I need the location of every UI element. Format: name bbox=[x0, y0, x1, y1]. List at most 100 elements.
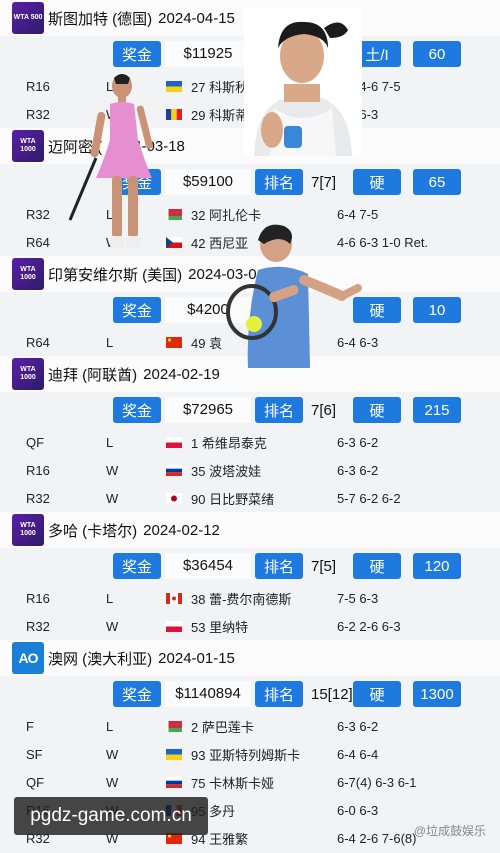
wta-logo: WTA 1000 bbox=[12, 130, 44, 162]
match-row[interactable]: R16 L 27 科斯秋克 6-2 4-6 7-5 bbox=[0, 72, 500, 100]
watermark-credit: @垃成鼓娱乐 bbox=[413, 824, 486, 838]
match-row[interactable]: F L 2 萨巴莲卡 6-3 6-2 bbox=[0, 712, 500, 740]
tournament-date: 2024-02-12 bbox=[143, 521, 220, 539]
match-row[interactable]: R32 W 90 日比野菜绪 5-7 6-2 6-2 bbox=[0, 484, 500, 512]
watermark-banner: pgdz-game.com.cn bbox=[14, 797, 208, 835]
prize-button[interactable]: 奖金 bbox=[113, 41, 161, 67]
match-round: SF bbox=[26, 746, 43, 762]
tournament-name: 迈阿密 ( bbox=[48, 138, 103, 156]
match-row[interactable]: QF L 1 希维昂泰克 6-3 6-2 bbox=[0, 428, 500, 456]
rank-button[interactable]: 排名 bbox=[255, 41, 303, 67]
match-row[interactable]: R32 W 29 科斯蒂 6-2 6-3 bbox=[0, 100, 500, 128]
match-score: 7-5 6-3 bbox=[337, 590, 379, 606]
match-score: 6-4 7-5 bbox=[337, 206, 379, 222]
match-score: 6-4 2-6 7-6(8) bbox=[337, 830, 417, 846]
tournament-date: 2024-03-04 bbox=[188, 265, 265, 283]
match-score: 6-3 6-2 bbox=[337, 434, 379, 450]
rank-button[interactable]: 排名 bbox=[255, 169, 303, 195]
russia-flag-icon bbox=[166, 464, 182, 476]
points-button[interactable]: 215 bbox=[413, 397, 461, 423]
seed-ranking: 7[5] bbox=[311, 557, 337, 575]
opponent: 93 亚斯特列姆斯卡 bbox=[166, 745, 331, 764]
seed-ranking: 7[6] bbox=[311, 401, 337, 419]
points-button[interactable]: 120 bbox=[413, 553, 461, 579]
rank-button[interactable]: 排名 bbox=[255, 681, 303, 707]
tournament-name: 澳网 (澳大利亚) bbox=[48, 650, 153, 668]
opponent-name: 53 里纳特 bbox=[191, 619, 249, 635]
prize-money: $4200 bbox=[165, 297, 251, 323]
tournament-card: WTA 500 斯图加特 (德国) 2024-04-15 奖金 $11925 排… bbox=[0, 0, 500, 128]
prize-button[interactable]: 奖金 bbox=[113, 397, 161, 423]
match-row[interactable]: R64 W 42 西尼亚 4-6 6-3 1-0 Ret. bbox=[0, 228, 500, 256]
match-result: W bbox=[106, 774, 119, 790]
match-row[interactable]: R32 L 32 阿扎伦卡 6-4 7-5 bbox=[0, 200, 500, 228]
match-row[interactable]: R16 L 38 蕾-费尔南德斯 7-5 6-3 bbox=[0, 584, 500, 612]
match-score: 6-0 6-3 bbox=[337, 802, 379, 818]
prize-money: $36454 bbox=[165, 553, 251, 579]
tournament-header[interactable]: WTA 500 斯图加特 (德国) 2024-04-15 bbox=[0, 0, 500, 36]
match-result: L bbox=[106, 334, 114, 350]
match-score: 6-3 6-2 bbox=[337, 462, 379, 478]
opponent: 2 萨巴莲卡 bbox=[166, 717, 331, 736]
surface-button[interactable]: 硬 bbox=[353, 397, 401, 423]
match-row[interactable]: R32 W 53 里纳特 6-2 2-6 6-3 bbox=[0, 612, 500, 640]
tournament-name: 多哈 (卡塔尔) bbox=[48, 522, 138, 540]
ukraine-flag-icon bbox=[166, 748, 182, 760]
prize-money: $72965 bbox=[165, 397, 251, 423]
tournament-info-row: 奖金 $59100 排名 7[7] 硬 65 bbox=[0, 164, 500, 200]
opponent-name: 2 萨巴莲卡 bbox=[191, 719, 254, 735]
surface-button[interactable]: 硬 bbox=[353, 297, 401, 323]
wta-logo: WTA 1000 bbox=[12, 258, 44, 290]
match-result: W bbox=[106, 746, 119, 762]
tournament-header[interactable]: WTA 1000 迈阿密 ( 2024-03-18 bbox=[0, 128, 500, 164]
tournament-name: 印第安维尔斯 (美国) bbox=[48, 266, 183, 284]
opponent-name: 29 科斯蒂 bbox=[191, 107, 249, 123]
match-round: F bbox=[26, 718, 34, 734]
match-row[interactable]: SF W 93 亚斯特列姆斯卡 6-4 6-4 bbox=[0, 740, 500, 768]
prize-button[interactable]: 奖金 bbox=[113, 169, 161, 195]
opponent: 32 阿扎伦卡 bbox=[166, 205, 331, 224]
tournament-header[interactable]: WTA 1000 印第安维尔斯 (美国) 2024-03-04 bbox=[0, 256, 500, 292]
prize-money: $1140894 bbox=[165, 681, 251, 707]
surface-button[interactable]: 硬 bbox=[353, 169, 401, 195]
prize-button[interactable]: 奖金 bbox=[113, 681, 161, 707]
wta-logo: WTA 500 bbox=[12, 2, 44, 34]
match-row[interactable]: QF W 75 卡林斯卡娅 6-7(4) 6-3 6-1 bbox=[0, 768, 500, 796]
points-button[interactable]: 60 bbox=[413, 41, 461, 67]
match-score: 5-7 6-2 6-2 bbox=[337, 490, 401, 506]
tournament-header[interactable]: WTA 1000 多哈 (卡塔尔) 2024-02-12 bbox=[0, 512, 500, 548]
rank-button[interactable]: 排名 bbox=[255, 397, 303, 423]
surface-button[interactable]: 硬 bbox=[353, 681, 401, 707]
match-round: R16 bbox=[26, 78, 50, 94]
match-result: L bbox=[106, 434, 114, 450]
match-result: W bbox=[106, 618, 119, 634]
points-button[interactable]: 65 bbox=[413, 169, 461, 195]
match-round: QF bbox=[26, 774, 45, 790]
match-result: L bbox=[106, 78, 114, 94]
belarus-flag-icon bbox=[166, 720, 182, 732]
tournament-info-row: 奖金 $36454 排名 7[5] 硬 120 bbox=[0, 548, 500, 584]
tournament-header[interactable]: WTA 1000 迪拜 (阿联酋) 2024-02-19 bbox=[0, 356, 500, 392]
surface-button[interactable]: 硬 bbox=[353, 553, 401, 579]
tournament-info-row: 奖金 $4200 硬 10 bbox=[0, 292, 500, 328]
match-row[interactable]: R16 W 35 波塔波娃 6-3 6-2 bbox=[0, 456, 500, 484]
match-row[interactable]: R64 L 49 袁 6-4 6-3 bbox=[0, 328, 500, 356]
tournament-header[interactable]: AO 澳网 (澳大利亚) 2024-01-15 bbox=[0, 640, 500, 676]
points-button[interactable]: 10 bbox=[413, 297, 461, 323]
tournament-card: WTA 1000 印第安维尔斯 (美国) 2024-03-04 奖金 $4200… bbox=[0, 256, 500, 356]
opponent: 38 蕾-费尔南德斯 bbox=[166, 589, 331, 608]
points-button[interactable]: 1300 bbox=[413, 681, 461, 707]
china-flag-icon bbox=[166, 336, 182, 348]
prize-money: $59100 bbox=[165, 169, 251, 195]
rank-button[interactable]: 排名 bbox=[255, 553, 303, 579]
russia-flag-icon bbox=[166, 776, 182, 788]
japan-flag-icon bbox=[166, 492, 182, 504]
surface-button[interactable]: 土/I bbox=[353, 41, 401, 67]
opponent: 1 希维昂泰克 bbox=[166, 433, 331, 452]
opponent: 53 里纳特 bbox=[166, 617, 331, 636]
prize-button[interactable]: 奖金 bbox=[113, 297, 161, 323]
opponent-name: 75 卡林斯卡娅 bbox=[191, 775, 275, 791]
tournament-date: 2024-03-18 bbox=[108, 137, 185, 155]
prize-button[interactable]: 奖金 bbox=[113, 553, 161, 579]
opponent-name: 27 科斯秋克 bbox=[191, 79, 262, 95]
